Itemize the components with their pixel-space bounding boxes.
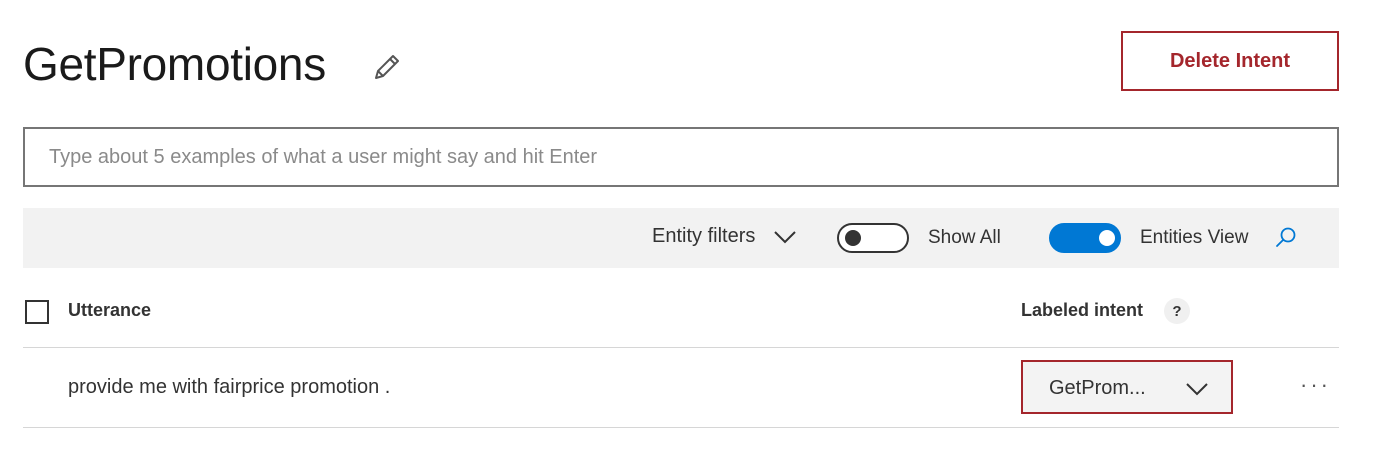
utterance-input[interactable] [23,127,1339,187]
toggle-knob [1099,230,1115,246]
help-icon[interactable]: ? [1164,298,1190,324]
column-header-utterance[interactable]: Utterance [68,300,151,321]
column-header-labeled-intent[interactable]: Labeled intent [1021,300,1143,321]
chevron-down-icon [1186,383,1208,396]
row-divider [23,427,1339,428]
more-options-icon[interactable]: ··· [1300,374,1340,398]
select-all-checkbox[interactable] [25,300,49,324]
intent-dropdown-value: GetProm... [1049,377,1146,399]
show-all-label: Show All [928,227,1001,248]
intent-page: GetPromotions Delete Intent Entity filte… [0,0,1380,474]
utterance-text[interactable]: provide me with fairprice promotion . [68,376,390,399]
delete-intent-button[interactable]: Delete Intent [1121,31,1339,91]
page-title: GetPromotions [23,38,326,90]
entity-filters-label: Entity filters [652,225,756,247]
search-icon[interactable] [1274,226,1298,250]
show-all-toggle[interactable] [837,223,909,253]
toggle-knob [845,230,861,246]
filter-bar: Entity filters Show All Entities View [23,208,1339,268]
entity-filters-dropdown[interactable]: Entity filters [652,225,797,248]
chevron-down-icon [774,230,797,243]
entities-view-label: Entities View [1140,227,1249,248]
entities-view-toggle[interactable] [1049,223,1121,253]
edit-pencil-icon[interactable] [370,50,404,84]
header-divider [23,347,1339,348]
labeled-intent-dropdown[interactable]: GetProm... [1021,360,1233,414]
